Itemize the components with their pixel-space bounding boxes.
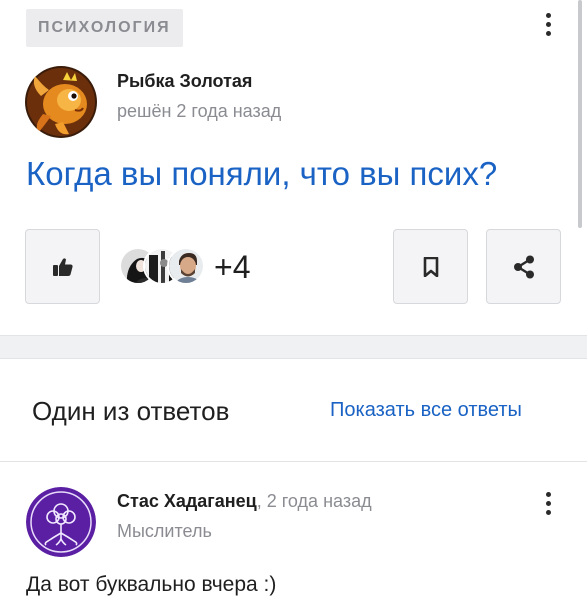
answers-heading: Один из ответов — [32, 396, 230, 426]
show-all-answers-link[interactable]: Показать все ответы — [330, 399, 522, 422]
share-icon — [513, 255, 534, 278]
question-status: решён 2 года назад — [117, 101, 282, 121]
divider — [0, 461, 587, 462]
question-title[interactable]: Когда вы поняли, что вы псих? — [26, 155, 497, 193]
likers-more-count[interactable]: +4 — [214, 249, 250, 286]
thumbs-up-icon — [52, 257, 73, 276]
liker-avatar — [167, 247, 205, 285]
bookmark-icon — [423, 256, 438, 277]
answer-menu-icon[interactable] — [538, 488, 558, 518]
share-button[interactable] — [486, 229, 561, 304]
answer-author-name[interactable]: Стас Хадаганец — [117, 491, 257, 511]
scrollbar[interactable] — [578, 0, 582, 228]
question-card: психология Рыбка Золотая решён 2 года на… — [0, 0, 587, 336]
bookmark-button[interactable] — [393, 229, 468, 304]
answer-text: Да вот буквально вчера :) — [26, 573, 277, 596]
answer-time: , 2 года назад — [256, 491, 372, 511]
author-name[interactable]: Рыбка Золотая — [117, 71, 252, 92]
answer-author-rank: Мыслитель — [117, 521, 212, 541]
likers-avatars[interactable] — [119, 247, 209, 285]
answer-author-line: Стас Хадаганец, 2 года назад — [117, 491, 372, 512]
question-menu-icon[interactable] — [538, 9, 558, 39]
like-button[interactable] — [25, 229, 100, 304]
author-avatar[interactable] — [25, 66, 97, 138]
answer-author-avatar[interactable] — [26, 487, 96, 557]
category-tag[interactable]: психология — [26, 9, 183, 47]
answers-card — [0, 358, 587, 604]
